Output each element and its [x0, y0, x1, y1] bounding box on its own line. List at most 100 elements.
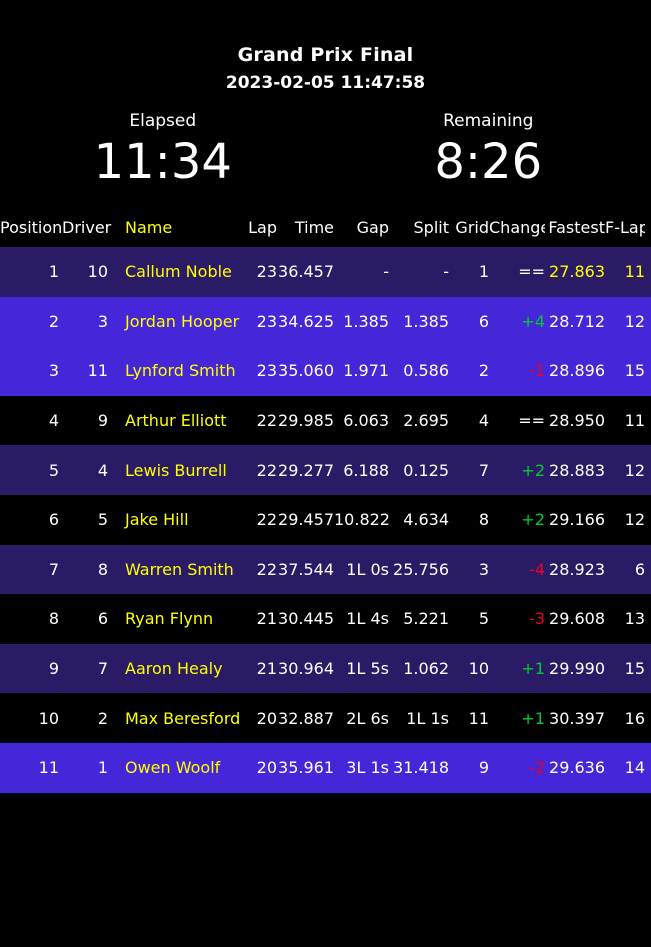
cell-grid: 1 — [478, 262, 489, 282]
table-row[interactable]: 1 10 Callum Noble 23 36.457 - - 1 == 27.863 11 — [0, 247, 651, 297]
column-header-split[interactable]: Split — [389, 218, 449, 237]
cell-flap: 14 — [624, 758, 645, 778]
cell-name: Ryan Flynn — [125, 609, 214, 629]
cell-grid: 2 — [478, 361, 489, 381]
cell-change: +2 — [521, 510, 545, 530]
cell-driver: 2 — [97, 708, 108, 728]
cell-position: 1 — [48, 262, 59, 282]
cell-name: Jordan Hooper — [125, 311, 240, 331]
cell-lap: 22 — [256, 559, 277, 579]
cell-name: Max Beresford — [125, 708, 241, 728]
cell-change: -4 — [529, 559, 545, 579]
table-row[interactable]: 10 2 Max Beresford 20 32.887 2L 6s 1L 1s 11 +1 30… — [0, 693, 651, 743]
column-header-position[interactable]: Position — [0, 218, 62, 237]
cell-split: 1L 1s — [406, 708, 449, 728]
cell-gap: 1L 5s — [346, 659, 389, 679]
column-header-grid[interactable]: Grid — [449, 218, 489, 237]
table-row[interactable]: 5 4 Lewis Burrell 22 29.277 6.188 0.125 7 +2 28.8… — [0, 445, 651, 495]
cell-driver: 5 — [97, 510, 108, 530]
cell-flap: 11 — [624, 262, 645, 282]
cell-flap: 6 — [634, 559, 645, 579]
cell-grid: 3 — [478, 559, 489, 579]
cell-driver: 11 — [87, 361, 108, 381]
table-body: 1 10 Callum Noble 23 36.457- -1 == 27.863 11 2 3 Jo… — [0, 247, 651, 793]
table-row[interactable]: 8 6 Ryan Flynn 21 30.445 1L 4s 5.221 5 -3 29.608 1… — [0, 594, 651, 644]
cell-fastest: 28.950 — [549, 411, 605, 431]
cell-fastest: 30.397 — [549, 708, 605, 728]
cell-fastest: 29.636 — [549, 758, 605, 778]
cell-time: 35.060 — [278, 361, 334, 381]
table-row[interactable]: 2 3 Jordan Hooper 23 34.625 1.385 1.385 6 +4 28.7… — [0, 296, 651, 347]
cell-fastest: 28.883 — [549, 460, 605, 480]
cell-lap: 22 — [256, 460, 277, 480]
column-header-lap[interactable]: Lap — [248, 218, 277, 237]
table-row[interactable]: 3 11 Lynford Smith 23 35.060 1.971 0.586 2 -1 28.… — [0, 346, 651, 396]
cell-time: 30.964 — [278, 659, 334, 679]
race-title: Grand Prix Final — [237, 44, 414, 66]
table-row[interactable]: 9 7 Aaron Healy 21 30.964 1L 5s 1.062 10 +1 29.99… — [0, 643, 651, 694]
cell-position: 4 — [48, 411, 59, 431]
column-header-change[interactable]: Change — [489, 218, 545, 237]
cell-position: 7 — [48, 559, 59, 579]
timing-table: Position Driver Name Lap Time Gap Split Grid Cha… — [0, 207, 651, 793]
cell-split: 25.756 — [393, 559, 449, 579]
cell-change: +1 — [521, 708, 545, 728]
column-header-fastest[interactable]: Fastest — [545, 218, 605, 237]
cell-grid: 4 — [478, 411, 489, 431]
cell-gap: 6.063 — [343, 411, 389, 431]
cell-time: 36.457 — [278, 262, 334, 282]
cell-time: 29.985 — [278, 411, 334, 431]
cell-fastest: 29.166 — [549, 510, 605, 530]
cell-name: Aaron Healy — [125, 659, 223, 679]
column-header-gap[interactable]: Gap — [334, 218, 389, 237]
cell-time: 34.625 — [278, 311, 334, 331]
cell-split: 31.418 — [393, 758, 449, 778]
elapsed-label: Elapsed — [129, 111, 197, 131]
cell-lap: 21 — [256, 609, 277, 629]
cell-grid: 6 — [478, 311, 489, 331]
cell-split: 1.385 — [403, 311, 449, 331]
table-row[interactable]: 7 8 Warren Smith 22 37.544 1L 0s 25.756 3 -4 28.9… — [0, 544, 651, 595]
cell-change: -3 — [529, 609, 545, 629]
table-row[interactable]: 4 9 Arthur Elliott 22 29.985 6.063 2.695 4 == 28.… — [0, 395, 651, 446]
cell-lap: 23 — [256, 262, 277, 282]
cell-gap: 1.971 — [343, 361, 389, 381]
cell-time: 35.961 — [278, 758, 334, 778]
cell-position: 2 — [48, 311, 59, 331]
table-row[interactable]: 6 5 Jake Hill 22 29.457 10.822 4.634 8 +2 29.166 1… — [0, 494, 651, 545]
cell-change: == — [518, 411, 545, 431]
table-header-row: Position Driver Name Lap Time Gap Split Grid Cha… — [0, 207, 651, 247]
cell-lap: 22 — [256, 411, 277, 431]
cell-grid: 7 — [478, 460, 489, 480]
cell-position: 8 — [48, 609, 59, 629]
cell-fastest: 28.923 — [549, 559, 605, 579]
column-header-driver[interactable]: Driver — [62, 218, 114, 237]
cell-driver: 10 — [87, 262, 108, 282]
cell-time: 30.445 — [278, 609, 334, 629]
cell-position: 9 — [48, 659, 59, 679]
table-row[interactable]: 11 1 Owen Woolf 20 35.961 3L 1s 31.418 9 -2 29.63… — [0, 742, 651, 793]
cell-flap: 13 — [624, 609, 645, 629]
column-header-time[interactable]: Time — [277, 218, 334, 237]
race-timing-screen: Grand Prix Final 2023-02-05 11:47:58 Ela… — [0, 0, 651, 947]
cell-position: 3 — [48, 361, 59, 381]
elapsed-value: 11:34 — [93, 134, 232, 190]
cell-change: -1 — [529, 361, 545, 381]
cell-driver: 9 — [97, 411, 108, 431]
cell-fastest: 29.990 — [549, 659, 605, 679]
cell-grid: 10 — [468, 659, 489, 679]
column-header-name[interactable]: Name — [114, 218, 248, 237]
race-datetime: 2023-02-05 11:47:58 — [225, 73, 426, 93]
cell-split: 4.634 — [403, 510, 449, 530]
cell-driver: 3 — [97, 311, 108, 331]
cell-lap: 20 — [256, 758, 277, 778]
column-header-flap[interactable]: F-Lap — [605, 218, 645, 237]
cell-driver: 6 — [97, 609, 108, 629]
cell-lap: 22 — [256, 510, 277, 530]
cell-fastest: 29.608 — [549, 609, 605, 629]
cell-driver: 4 — [97, 460, 108, 480]
clock-panel: Elapsed 11:34 Remaining 8:26 — [0, 111, 651, 190]
cell-gap: 2L 6s — [346, 708, 389, 728]
cell-name: Jake Hill — [125, 510, 189, 530]
cell-position: 10 — [38, 708, 59, 728]
